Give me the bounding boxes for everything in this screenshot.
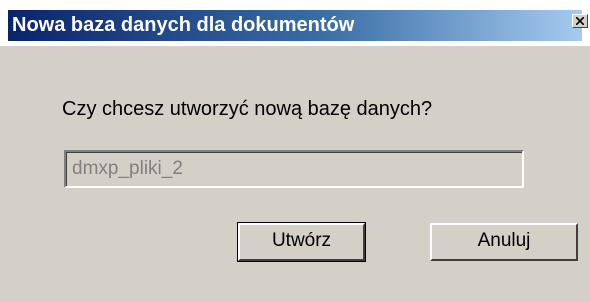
- close-icon: [576, 17, 584, 25]
- dialog-title: Nowa baza danych dla dokumentów: [12, 14, 355, 36]
- title-bar[interactable]: Nowa baza danych dla dokumentów: [8, 10, 582, 41]
- dialog-window: Nowa baza danych dla dokumentów Czy chce…: [0, 0, 590, 302]
- close-button[interactable]: [572, 14, 588, 28]
- dialog-body: Czy chcesz utworzyć nową bazę danych? dm…: [8, 46, 582, 302]
- cancel-button[interactable]: Anuluj: [430, 223, 578, 261]
- create-button[interactable]: Utwórz: [237, 222, 366, 262]
- title-bar-area: Nowa baza danych dla dokumentów: [0, 0, 590, 46]
- question-text: Czy chcesz utworzyć nową bazę danych?: [62, 98, 433, 120]
- database-name-field[interactable]: dmxp_pliki_2: [64, 150, 524, 188]
